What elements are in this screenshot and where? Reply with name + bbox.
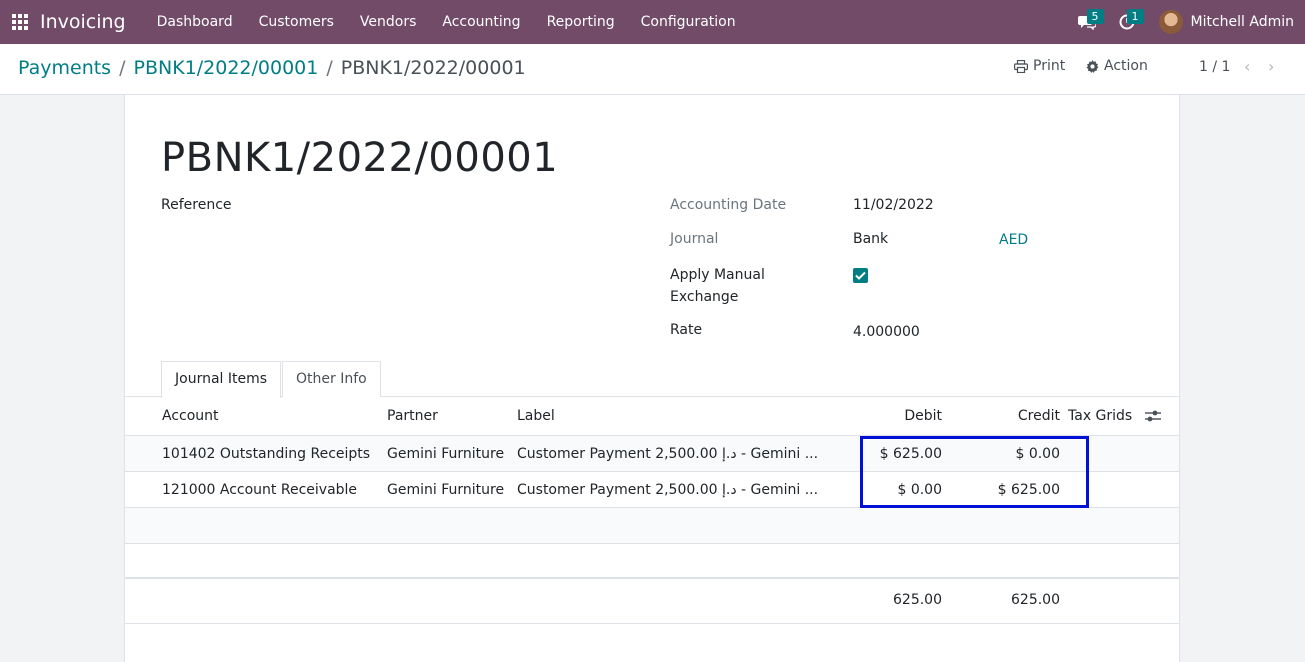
column-label[interactable]: Label — [517, 408, 555, 424]
reference-label: Reference — [161, 197, 232, 213]
rate-label: Rate — [670, 322, 703, 338]
journal-label: Journal — [670, 231, 719, 247]
control-panel: Payments / PBNK1/2022/00001 / PBNK1/2022… — [0, 44, 1305, 95]
print-icon — [1014, 59, 1028, 73]
row-label: Customer Payment 2,500.00 د.إ - Gemini .… — [517, 482, 819, 498]
apply-manual-exchange-checkbox[interactable] — [853, 268, 868, 283]
currency-link[interactable]: AED — [999, 232, 1028, 248]
row-account: 121000 Account Receivable — [162, 482, 358, 498]
checkmark-icon — [855, 271, 866, 280]
pager-previous-icon[interactable]: ‹ — [1244, 57, 1250, 76]
action-button[interactable]: Action — [1086, 58, 1148, 74]
messages-button[interactable]: 5 — [1067, 0, 1107, 44]
menu-customers[interactable]: Customers — [246, 0, 347, 44]
row-partner: Gemini Furniture — [387, 482, 505, 498]
breadcrumb-separator: / — [326, 57, 333, 79]
row-label: Customer Payment 2,500.00 د.إ - Gemini .… — [517, 446, 819, 462]
menu-accounting[interactable]: Accounting — [429, 0, 533, 44]
print-button[interactable]: Print — [1014, 58, 1065, 74]
avatar — [1158, 10, 1183, 34]
user-menu[interactable]: Mitchell Admin — [1147, 0, 1305, 44]
table-row[interactable]: 121000 Account Receivable Gemini Furnitu… — [125, 472, 1179, 508]
user-name: Mitchell Admin — [1190, 14, 1295, 30]
empty-table-row — [125, 543, 1179, 577]
column-account[interactable]: Account — [162, 408, 219, 424]
journal-field[interactable]: Bank — [853, 231, 888, 247]
row-credit: $ 625.00 — [997, 482, 1060, 498]
breadcrumb-current: PBNK1/2022/00001 — [340, 57, 526, 79]
table-header: Account Partner Label Debit Credit Tax G… — [125, 397, 1179, 436]
pager-value[interactable]: 1 / 1 — [1199, 59, 1230, 75]
action-label: Action — [1104, 58, 1148, 74]
menu-configuration[interactable]: Configuration — [628, 0, 749, 44]
activities-button[interactable]: 1 — [1107, 0, 1147, 44]
tab-journal-items[interactable]: Journal Items — [161, 361, 282, 398]
empty-table-row — [125, 508, 1179, 544]
form-sheet: PBNK1/2022/00001 Reference Accounting Da… — [124, 95, 1180, 662]
menu-dashboard[interactable]: Dashboard — [144, 0, 246, 44]
column-partner[interactable]: Partner — [387, 408, 438, 424]
tab-other-info[interactable]: Other Info — [282, 361, 381, 397]
table-row[interactable]: 101402 Outstanding Receipts Gemini Furni… — [125, 436, 1179, 472]
accounting-date-field[interactable]: 11/02/2022 — [853, 197, 934, 213]
breadcrumb: Payments / PBNK1/2022/00001 / PBNK1/2022… — [18, 57, 526, 79]
menu-vendors[interactable]: Vendors — [347, 0, 429, 44]
notebook-tabs: Journal Items Other Info — [125, 361, 1179, 398]
column-credit[interactable]: Credit — [960, 408, 1060, 424]
apply-manual-label-line1: Apply Manual — [670, 267, 765, 283]
total-debit: 625.00 — [893, 592, 942, 608]
row-partner: Gemini Furniture — [387, 446, 505, 462]
row-account: 101402 Outstanding Receipts — [162, 446, 371, 462]
pager-next-icon[interactable]: › — [1268, 57, 1274, 76]
breadcrumb-separator: / — [119, 57, 126, 79]
apps-menu-icon[interactable] — [0, 0, 40, 44]
total-credit: 625.00 — [1011, 592, 1060, 608]
rate-field[interactable]: 4.000000 — [853, 324, 920, 340]
top-navbar: Invoicing Dashboard Customers Vendors Ac… — [0, 0, 1305, 44]
accounting-date-label: Accounting Date — [670, 197, 787, 213]
table-footer-totals: 625.00 625.00 — [125, 577, 1179, 624]
apply-manual-label-line2: Exchange — [670, 289, 739, 305]
gear-icon — [1086, 59, 1099, 73]
column-debit[interactable]: Debit — [842, 408, 942, 424]
activities-count-badge: 1 — [1126, 9, 1144, 24]
app-name[interactable]: Invoicing — [40, 11, 126, 33]
optional-columns-icon[interactable] — [1145, 409, 1161, 427]
print-label: Print — [1033, 58, 1066, 74]
row-debit: $ 625.00 — [879, 446, 942, 462]
messages-count-badge: 5 — [1086, 9, 1104, 24]
row-credit: $ 0.00 — [1015, 446, 1060, 462]
column-tax-grids[interactable]: Tax Grids — [1068, 408, 1132, 424]
page-title: PBNK1/2022/00001 — [161, 135, 559, 181]
row-debit: $ 0.00 — [897, 482, 942, 498]
breadcrumb-parent[interactable]: PBNK1/2022/00001 — [134, 57, 319, 79]
menu-reporting[interactable]: Reporting — [534, 0, 628, 44]
breadcrumb-payments[interactable]: Payments — [18, 57, 111, 79]
